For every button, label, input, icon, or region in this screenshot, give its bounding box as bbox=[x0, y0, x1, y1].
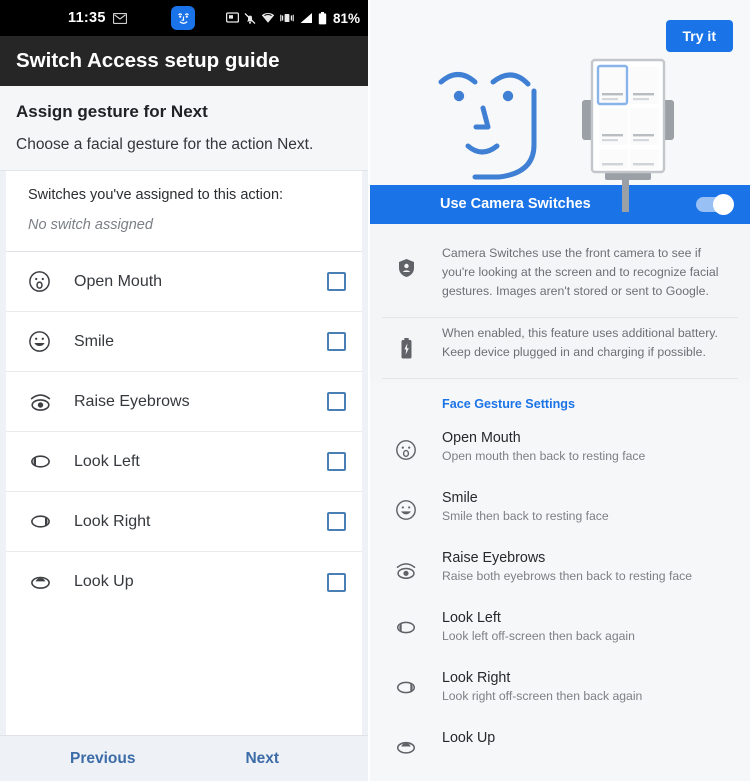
info-row-privacy: Camera Switches use the front camera to … bbox=[370, 238, 750, 317]
assigned-switches-box: Switches you've assigned to this action:… bbox=[6, 171, 362, 252]
left-phone-screen: 11:35 81% Switch Access setup guide Assi… bbox=[0, 0, 370, 781]
gesture-checkbox[interactable] bbox=[327, 272, 346, 291]
setting-title: Look Left bbox=[442, 610, 501, 626]
battery-percent: 81% bbox=[332, 10, 360, 26]
face-gesture-settings-header: Face Gesture Settings bbox=[370, 383, 750, 421]
face-illustration-icon bbox=[427, 55, 557, 190]
setting-text-group: Smile Smile then back to resting face bbox=[442, 490, 732, 532]
gesture-checkbox[interactable] bbox=[327, 512, 346, 531]
gesture-row-open-mouth[interactable]: Open Mouth bbox=[6, 252, 362, 312]
screenshot-icon bbox=[225, 12, 239, 24]
open-mouth-icon bbox=[370, 430, 442, 472]
intro-section: Assign gesture for Next Choose a facial … bbox=[0, 86, 368, 171]
gesture-option-list: Open Mouth Smile Raise Eyebrows Look Lef… bbox=[6, 252, 362, 735]
dual-screenshot-comparison: 11:35 81% Switch Access setup guide Assi… bbox=[0, 0, 750, 781]
assigned-switches-value: No switch assigned bbox=[28, 217, 153, 233]
setting-title: Smile bbox=[442, 490, 478, 506]
face-switch-icon bbox=[171, 6, 195, 30]
gesture-label: Look Up bbox=[74, 573, 134, 590]
setting-description: Look left off-screen then back again bbox=[442, 629, 635, 643]
message-icon bbox=[112, 12, 127, 24]
previous-button[interactable]: Previous bbox=[70, 750, 135, 768]
setting-title: Look Up bbox=[442, 730, 496, 746]
try-it-button[interactable]: Try it bbox=[665, 20, 733, 52]
setting-text-group: Look Up bbox=[442, 730, 732, 772]
signal-icon bbox=[299, 12, 313, 24]
battery-icon bbox=[318, 11, 327, 25]
gesture-checkbox[interactable] bbox=[327, 572, 346, 592]
look-left-icon bbox=[28, 453, 62, 470]
battery-charging-icon bbox=[370, 324, 442, 362]
setting-row-smile[interactable]: Smile Smile then back to resting face bbox=[370, 481, 750, 541]
right-phone-screen: Try it Use Camera Switches Camera Switch… bbox=[370, 0, 750, 781]
look-up-icon bbox=[370, 730, 442, 772]
page-title: Switch Access setup guide bbox=[16, 49, 280, 72]
setting-description: Open mouth then back to resting face bbox=[442, 449, 646, 463]
gesture-label: Open Mouth bbox=[74, 272, 163, 290]
setting-title: Open Mouth bbox=[442, 430, 521, 446]
look-left-icon bbox=[370, 610, 442, 652]
toggle-knob bbox=[713, 193, 734, 215]
setting-row-look-up[interactable]: Look Up bbox=[370, 721, 750, 781]
look-up-icon bbox=[28, 574, 62, 591]
setting-title: Raise Eyebrows bbox=[442, 550, 546, 566]
setting-description: Raise both eyebrows then back to resting… bbox=[442, 569, 692, 583]
intro-title: Assign gesture for Next bbox=[16, 102, 208, 121]
app-bar: Switch Access setup guide bbox=[0, 36, 368, 86]
hero-illustration-area: Try it bbox=[370, 0, 750, 212]
gesture-row-look-up[interactable]: Look Up bbox=[6, 552, 362, 612]
info-block: Camera Switches use the front camera to … bbox=[370, 223, 750, 383]
divider bbox=[382, 378, 738, 379]
smile-icon bbox=[28, 330, 62, 353]
open-mouth-icon bbox=[28, 270, 62, 293]
notifications-muted-icon bbox=[244, 12, 256, 25]
setting-row-raise-eyebrows[interactable]: Raise Eyebrows Raise both eyebrows then … bbox=[370, 541, 750, 601]
gesture-checkbox[interactable] bbox=[327, 332, 346, 351]
assigned-switches-label: Switches you've assigned to this action: bbox=[28, 187, 284, 203]
gesture-label: Smile bbox=[74, 332, 115, 350]
gesture-checkbox[interactable] bbox=[327, 392, 346, 411]
status-time: 11:35 bbox=[68, 10, 106, 26]
gesture-row-smile[interactable]: Smile bbox=[6, 312, 362, 372]
status-bar: 11:35 81% bbox=[0, 0, 368, 36]
raise-eyebrows-icon bbox=[28, 390, 62, 413]
info-text: Camera Switches use the front camera to … bbox=[442, 245, 719, 298]
wifi-icon bbox=[261, 12, 275, 24]
status-icons-group: 81% bbox=[225, 0, 360, 36]
setting-description: Look right off-screen then back again bbox=[442, 689, 643, 703]
setting-description: Smile then back to resting face bbox=[442, 509, 609, 523]
vibrate-icon bbox=[280, 12, 294, 24]
phone-on-stand-illustration-icon bbox=[568, 52, 688, 212]
gesture-row-look-left[interactable]: Look Left bbox=[6, 432, 362, 492]
raise-eyebrows-icon bbox=[370, 550, 442, 592]
info-row-battery: When enabled, this feature uses addition… bbox=[370, 318, 750, 378]
privacy-shield-icon bbox=[370, 244, 442, 301]
look-right-icon bbox=[28, 513, 62, 530]
next-button[interactable]: Next bbox=[245, 750, 279, 768]
gesture-label: Look Right bbox=[74, 512, 151, 530]
gesture-label: Look Left bbox=[74, 452, 140, 470]
setting-text-group: Open Mouth Open mouth then back to resti… bbox=[442, 430, 732, 472]
gesture-checkbox[interactable] bbox=[327, 452, 346, 471]
setting-text-group: Look Right Look right off-screen then ba… bbox=[442, 670, 732, 712]
wizard-navigation-bar: Previous Next bbox=[0, 735, 368, 781]
use-camera-switches-bar[interactable]: Use Camera Switches bbox=[370, 184, 750, 224]
setting-text-group: Look Left Look left off-screen then back… bbox=[442, 610, 732, 652]
gesture-row-look-right[interactable]: Look Right bbox=[6, 492, 362, 552]
face-gesture-settings-list: Open Mouth Open mouth then back to resti… bbox=[370, 421, 750, 781]
info-text: When enabled, this feature uses addition… bbox=[442, 325, 718, 359]
look-right-icon bbox=[370, 670, 442, 712]
gesture-row-raise-eyebrows[interactable]: Raise Eyebrows bbox=[6, 372, 362, 432]
setting-row-open-mouth[interactable]: Open Mouth Open mouth then back to resti… bbox=[370, 421, 750, 481]
camera-switches-toggle[interactable] bbox=[696, 193, 734, 215]
smile-icon bbox=[370, 490, 442, 532]
setting-row-look-right[interactable]: Look Right Look right off-screen then ba… bbox=[370, 661, 750, 721]
setting-title: Look Right bbox=[442, 670, 511, 686]
setting-text-group: Raise Eyebrows Raise both eyebrows then … bbox=[442, 550, 732, 592]
intro-subtitle: Choose a facial gesture for the action N… bbox=[16, 136, 314, 153]
gesture-label: Raise Eyebrows bbox=[74, 392, 190, 410]
setting-row-look-left[interactable]: Look Left Look left off-screen then back… bbox=[370, 601, 750, 661]
